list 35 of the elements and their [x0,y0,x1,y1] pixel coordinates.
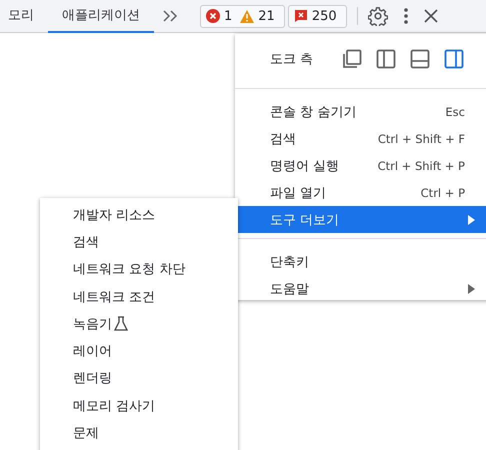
menu-item[interactable]: 네트워크 요청 차단 [40,256,238,283]
warning-icon [240,10,254,22]
more-options-icon[interactable] [402,7,409,25]
menu-item[interactable]: 단축키 [235,248,486,275]
menu-item[interactable]: 도움말 [235,275,486,302]
menu-item[interactable]: 렌더링 [40,364,238,392]
dock-panel-icon[interactable] [444,48,464,68]
menu-item[interactable]: 네트워크 조건 [40,282,238,310]
menu-item[interactable]: 콘솔 창 숨기기 Esc [235,98,486,125]
tab[interactable]: 애플리케이션 [48,0,154,32]
windows-icon[interactable] [342,48,362,68]
settings-icon[interactable] [368,6,388,26]
flag-icon [294,9,308,23]
dock-panel-icon[interactable] [410,48,430,68]
menu-item[interactable]: 레이어 [40,337,238,365]
menu-item[interactable]: 도구 더보기 [235,206,486,233]
count-label: 1 [224,8,232,24]
dock-panel-icon[interactable] [376,48,396,68]
menu-item[interactable]: 검색 Ctrl + Shift + F [235,125,486,152]
menu-item[interactable]: 검색 [40,228,238,256]
menu-item[interactable]: 파일 열기 Ctrl + P [235,179,486,206]
count-label: 250 [312,8,337,24]
menu-item[interactable]: 녹음기 [40,310,238,338]
menu-item[interactable]: 문제 [40,419,238,447]
close-icon[interactable] [424,9,438,23]
error-icon [206,9,220,23]
tab[interactable]: 모리 [0,0,48,32]
count-label: 21 [258,8,275,24]
menu-item[interactable]: 메모리 검사기 [40,392,238,420]
dock-side-label: 도크 측 [270,50,314,68]
issues-button[interactable]: 250 [288,4,347,28]
menu-item[interactable]: 개발자 리소스 [40,201,238,228]
more-tabs-icon[interactable] [162,10,178,22]
counter-button[interactable]: 1 21 [200,4,285,28]
menu-item[interactable]: 명령어 실행 Ctrl + Shift + P [235,152,486,179]
